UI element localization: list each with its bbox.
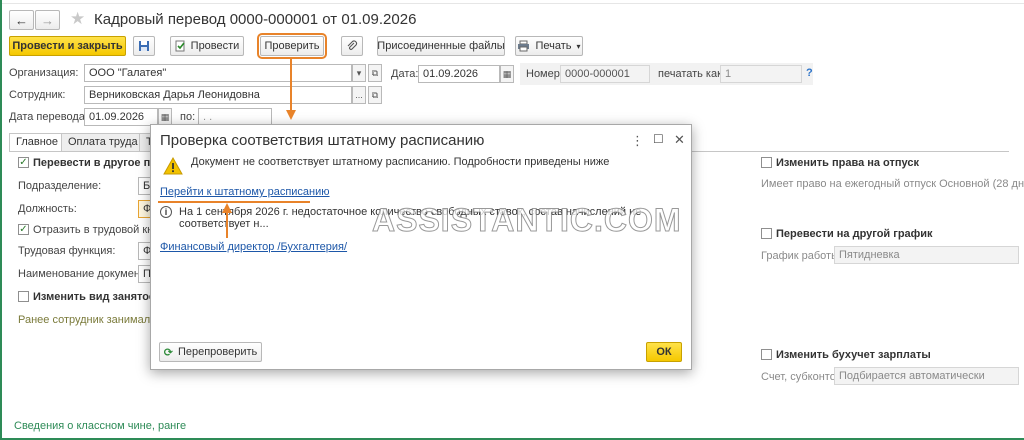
paperclip-icon xyxy=(347,40,358,50)
warning-icon xyxy=(163,156,183,178)
tab-payroll[interactable]: Оплата труда xyxy=(61,133,145,151)
to-date-label: по: xyxy=(180,111,196,123)
dialog-close-icon[interactable]: ✕ xyxy=(674,132,685,148)
forward-button[interactable]: → xyxy=(35,10,60,30)
change-accounting-label: Изменить бухучет зарплаты xyxy=(776,349,931,361)
account-label: Счет, субконто: xyxy=(761,371,839,383)
recheck-button[interactable]: ⟳ Перепроверить xyxy=(159,342,262,362)
org-open-button[interactable]: ⧉ xyxy=(368,64,382,82)
printer-icon xyxy=(518,40,530,52)
class-rank-link[interactable]: Сведения о классном чине, ранге xyxy=(14,420,186,432)
reflect-workbook-checkbox[interactable]: ✓ xyxy=(18,224,29,235)
watermark-text: ASSISTANTIC.COM xyxy=(372,202,682,239)
staffing-check-dialog: Проверка соответствия штатному расписани… xyxy=(150,124,692,370)
employee-select-button[interactable]: ... xyxy=(352,86,366,104)
open-icon: ⧉ xyxy=(371,67,379,78)
org-dropdown-button[interactable]: ▾ xyxy=(352,64,366,82)
other-schedule-label: Перевести на другой график xyxy=(776,228,933,240)
print-as-label: печатать как: xyxy=(658,68,725,80)
ok-button[interactable]: ОК xyxy=(646,342,682,362)
calendar-icon: ▦ xyxy=(160,111,170,122)
top-divider xyxy=(0,0,1024,4)
position-label: Должность: xyxy=(18,203,77,215)
open-icon: ⧉ xyxy=(371,89,379,100)
favorite-star-icon[interactable]: ★ xyxy=(70,9,85,29)
previously-held-text: Ранее сотрудник занимал дол xyxy=(18,314,172,326)
change-leave-checkbox[interactable] xyxy=(761,157,772,168)
recheck-button-label: Перепроверить xyxy=(177,346,258,358)
transfer-date-field[interactable]: 01.09.2026 xyxy=(84,108,158,126)
dialog-menu-icon[interactable]: ⋮ xyxy=(631,133,644,149)
schedule-label: График работы: xyxy=(761,250,843,262)
save-button[interactable] xyxy=(133,36,155,56)
post-button[interactable]: Провести xyxy=(170,36,244,56)
schedule-field[interactable]: Пятидневка xyxy=(834,246,1019,264)
employee-label: Сотрудник: xyxy=(9,89,66,101)
org-label: Организация: xyxy=(9,67,79,79)
goto-staffing-link[interactable]: Перейти к штатному расписанию xyxy=(160,186,330,198)
dialog-title: Проверка соответствия штатному расписани… xyxy=(160,132,485,149)
org-field[interactable]: ООО "Галатея" xyxy=(84,64,352,82)
dialog-maximize-icon[interactable]: ☐ xyxy=(653,132,664,146)
goto-link-highlight xyxy=(158,201,310,203)
annotation-arrow-up-head xyxy=(222,203,232,213)
transfer-other-checkbox[interactable]: ✓ xyxy=(18,157,29,168)
calendar-icon: ▦ xyxy=(502,68,512,79)
date-calendar-button[interactable]: ▦ xyxy=(500,65,514,83)
page-title: Кадровый перевод 0000-000001 от 01.09.20… xyxy=(94,11,417,28)
post-icon xyxy=(175,40,185,52)
print-as-field[interactable]: 1 xyxy=(720,65,802,83)
position-link[interactable]: Финансовый директор /Бухгалтерия/ xyxy=(160,241,347,253)
back-button[interactable]: ← xyxy=(9,10,34,30)
labor-function-label: Трудовая функция: xyxy=(18,245,116,257)
annotation-arrow-top-line xyxy=(290,57,292,111)
reflect-workbook-label: Отразить в трудовой книж xyxy=(33,224,167,236)
annotation-arrow-up-line xyxy=(226,212,228,238)
attach-button[interactable] xyxy=(341,36,363,56)
number-label: Номер: xyxy=(526,68,563,80)
employee-open-button[interactable]: ⧉ xyxy=(368,86,382,104)
other-schedule-checkbox[interactable] xyxy=(761,228,772,239)
chevron-down-icon: ▾ xyxy=(356,67,362,78)
date-field[interactable]: 01.09.2026 xyxy=(418,65,500,83)
tab-main[interactable]: Главное xyxy=(9,133,66,151)
attached-files-button[interactable]: Присоединенные файлы xyxy=(377,36,505,56)
refresh-icon: ⟳ xyxy=(163,346,173,359)
division-label: Подразделение: xyxy=(18,180,102,192)
chevron-down-icon: ▾ xyxy=(576,41,581,51)
annotation-arrow-down-head xyxy=(286,110,296,120)
doc-name-label: Наименование документа: xyxy=(18,268,155,280)
help-icon[interactable]: ? xyxy=(806,67,813,79)
post-and-close-button[interactable]: Провести и закрыть xyxy=(9,36,126,56)
date-label: Дата: xyxy=(391,68,419,80)
employee-field[interactable]: Верниковская Дарья Леонидовна xyxy=(84,86,352,104)
print-button[interactable]: Печать ▾ xyxy=(515,36,583,56)
change-employment-checkbox[interactable] xyxy=(18,291,29,302)
info-icon: i xyxy=(160,206,172,218)
post-button-label: Провести xyxy=(190,40,240,52)
transfer-date-label: Дата перевода: xyxy=(9,111,88,123)
change-employment-label: Изменить вид занятости xyxy=(33,291,168,303)
change-leave-label: Изменить права на отпуск xyxy=(776,157,919,169)
print-button-label: Печать xyxy=(535,40,572,52)
check-button[interactable]: Проверить xyxy=(257,33,327,59)
account-field[interactable]: Подбирается автоматически xyxy=(834,367,1019,385)
save-icon xyxy=(139,41,149,51)
dialog-warning-text: Документ не соответствует штатному распи… xyxy=(191,156,610,168)
number-field: 0000-000001 xyxy=(560,65,650,83)
change-accounting-checkbox[interactable] xyxy=(761,349,772,360)
leave-info-text: Имеет право на ежегодный отпуск Основной… xyxy=(761,178,1024,190)
